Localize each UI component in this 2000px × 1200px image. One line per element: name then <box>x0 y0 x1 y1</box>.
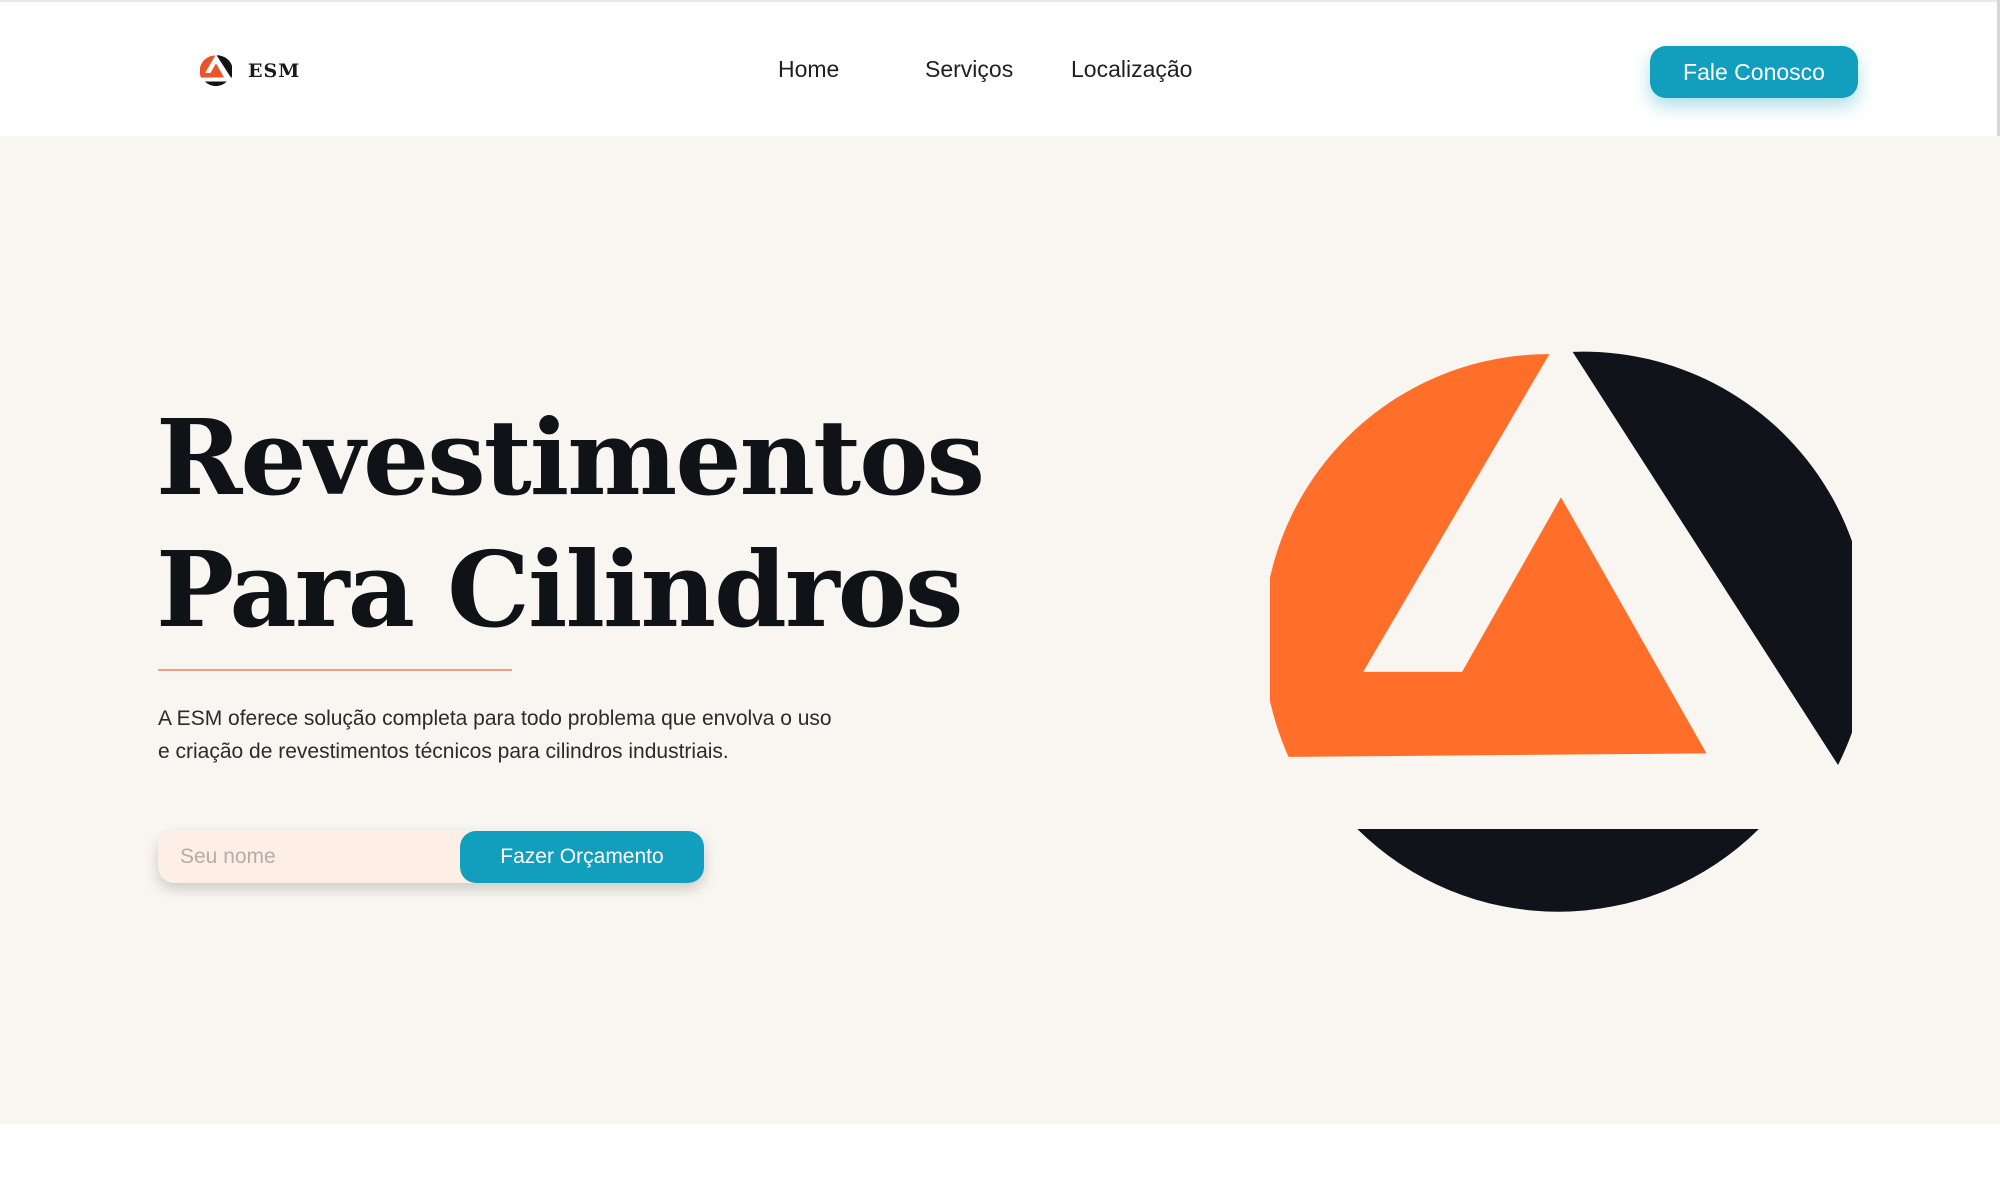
fazer-orcamento-button[interactable]: Fazer Orçamento <box>460 831 704 883</box>
site-header: ESM Home Serviços Localização Fale Conos… <box>0 0 2000 136</box>
name-input[interactable] <box>158 831 478 883</box>
brand-link[interactable]: ESM <box>200 54 300 88</box>
title-divider <box>158 669 512 671</box>
hero-title: Revestimentos Para Cilindros <box>156 392 985 656</box>
hero-description: A ESM oferece solução completa para todo… <box>158 707 832 763</box>
fale-conosco-button[interactable]: Fale Conosco <box>1650 46 1858 98</box>
hero-title-line-2: Para Cilindros <box>156 528 964 651</box>
esm-logo-icon <box>200 55 232 87</box>
hero-title-line-1: Revestimentos <box>156 396 985 519</box>
nav-localizacao[interactable]: Localização <box>1071 54 1192 84</box>
nav-servicos[interactable]: Serviços <box>925 54 1013 84</box>
page: ESM Home Serviços Localização Fale Conos… <box>0 0 2000 1200</box>
esm-triangle-logo-icon <box>1270 351 1852 912</box>
nav-home[interactable]: Home <box>778 54 839 84</box>
brand-name: ESM <box>248 60 301 82</box>
quote-form: Fazer Orçamento <box>158 831 704 883</box>
hero-section: Revestimentos Para Cilindros A ESM ofere… <box>0 136 2000 1124</box>
